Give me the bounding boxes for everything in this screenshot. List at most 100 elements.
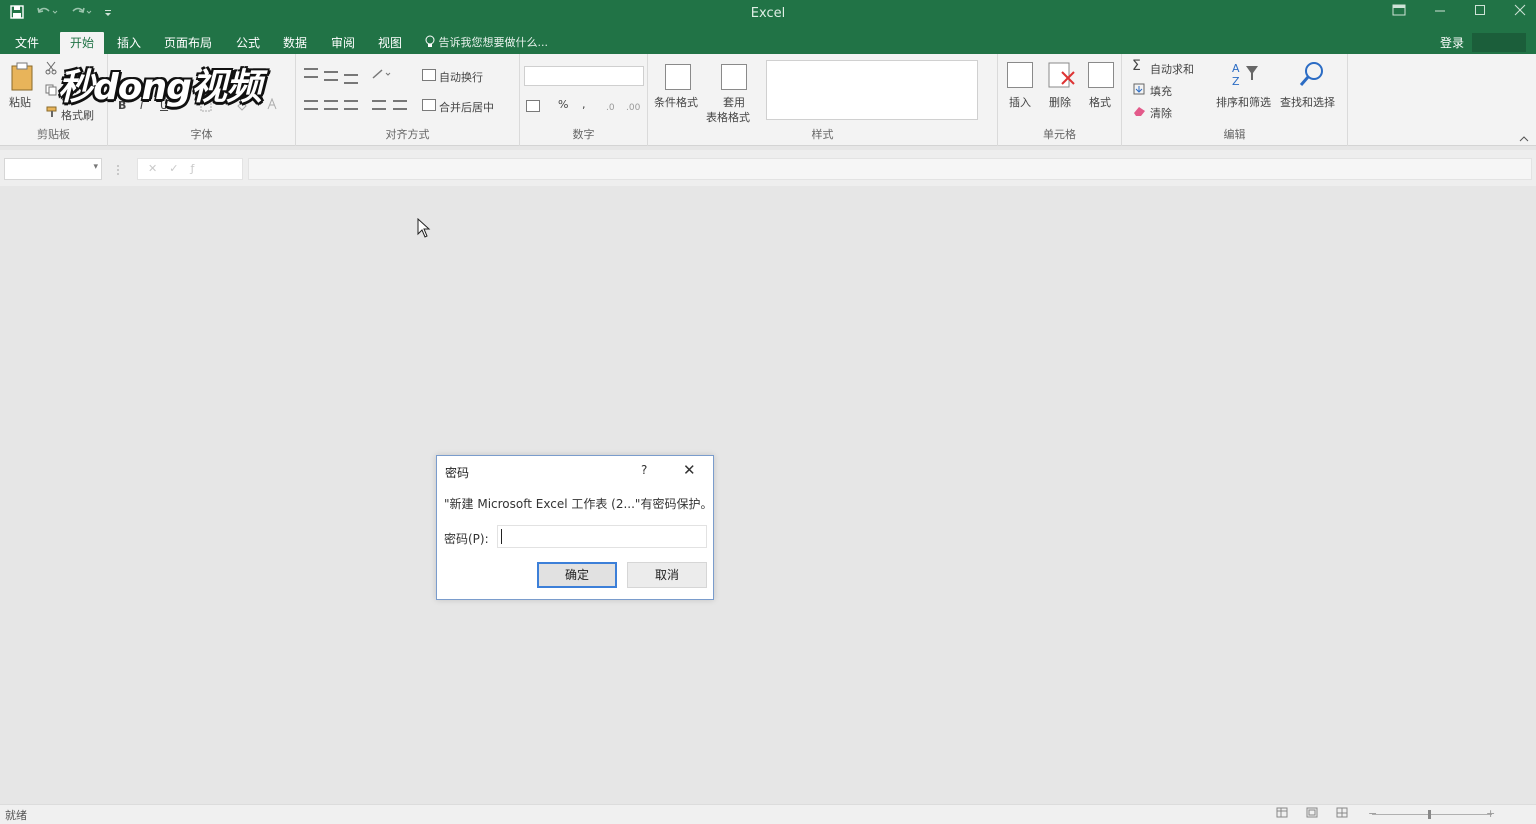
find-select-button[interactable]: 查找和选择 [1280,94,1335,110]
password-dialog: 密码 ? ✕ "新建 Microsoft Excel 工作表 (2..."有密码… [436,455,714,600]
increase-decimal-icon[interactable]: .0 [606,100,620,115]
lightbulb-icon [425,35,439,49]
align-center-icon[interactable] [324,100,338,110]
svg-text:Z: Z [1232,75,1240,88]
close-icon[interactable]: ✕ [683,461,696,479]
insert-cells-button[interactable]: 插入 [1009,94,1031,110]
align-right-icon[interactable] [344,100,358,110]
align-left-icon[interactable] [304,100,318,110]
tab-home[interactable]: 开始 [60,32,104,54]
workbook-area [0,186,1536,804]
format-as-table-icon [721,64,747,90]
video-watermark-logo: 秒dong视频 [58,67,262,108]
format-cells-button[interactable]: 格式 [1089,94,1111,110]
merge-center-icon [422,99,436,111]
normal-view-icon[interactable] [1276,807,1288,821]
paste-label[interactable]: 粘贴 [9,94,31,110]
zoom-slider-thumb[interactable] [1428,810,1431,819]
tab-page-layout[interactable]: 页面布局 [158,32,218,54]
formula-input[interactable] [248,158,1532,180]
window-title: Excel [750,6,786,21]
cells-group-label: 单元格 [1043,128,1076,141]
share-button[interactable] [1472,33,1526,52]
tab-data[interactable]: 数据 [277,32,313,54]
tab-insert[interactable]: 插入 [111,32,147,54]
zoom-slider[interactable] [1372,814,1492,815]
tab-file[interactable]: 文件 [9,32,45,54]
conditional-formatting-button[interactable]: 条件格式 [654,94,698,110]
number-format-dropdown[interactable] [524,66,644,86]
clear-button[interactable]: 清除 [1150,105,1172,121]
align-top-icon[interactable] [304,68,318,78]
dialog-title: 密码 [445,466,470,480]
conditional-formatting-icon [665,64,691,90]
decrease-indent-icon[interactable] [372,100,386,110]
formula-bar: ▾ ✕✓ƒ [0,150,1536,186]
cut-icon[interactable] [45,61,57,78]
increase-indent-icon[interactable] [393,100,407,110]
editing-group-label: 编辑 [1223,128,1246,141]
svg-text:.00: .00 [626,103,640,112]
page-break-view-icon[interactable] [1336,807,1348,821]
font-color-icon[interactable] [266,97,278,115]
svg-text:A: A [1232,62,1240,75]
format-as-table-top[interactable]: 套用 [723,94,745,110]
close-window-icon[interactable] [1514,4,1526,20]
insert-function-icon[interactable]: ƒ [190,162,206,175]
delete-cells-icon [1048,62,1076,93]
align-bottom-icon[interactable] [344,74,358,84]
clipboard-group-label: 剪贴板 [37,128,70,141]
format-cells-icon [1088,62,1114,88]
autosum-icon: Σ [1132,58,1141,74]
insert-cells-icon [1007,62,1033,88]
name-box-dropdown-icon[interactable]: ▾ [93,162,98,172]
group-cells: 插入 删除 格式 单元格 [998,54,1122,146]
tab-view[interactable]: 视图 [372,32,408,54]
collapse-ribbon-icon[interactable] [1519,132,1529,146]
copy-icon[interactable] [45,84,57,99]
decrease-decimal-icon[interactable]: .00 [626,100,641,115]
styles-group-label: 样式 [811,128,834,141]
fill-down-icon [1133,83,1145,98]
orientation-icon[interactable] [372,68,392,83]
cancel-entry-icon[interactable]: ✕ [148,162,169,175]
align-middle-icon[interactable] [324,71,338,81]
wrap-text-button[interactable]: 自动换行 [439,69,483,85]
tab-review[interactable]: 审阅 [325,32,361,54]
paste-icon[interactable] [10,62,34,95]
comma-style-button[interactable]: , [582,98,586,111]
sort-filter-button[interactable]: 排序和筛选 [1216,94,1271,110]
tab-formulas[interactable]: 公式 [230,32,266,54]
formula-bar-grip-icon [116,164,120,179]
percent-style-button[interactable]: % [558,98,568,111]
ok-button[interactable]: 确定 [537,562,617,588]
find-select-icon [1298,60,1326,91]
delete-cells-button[interactable]: 删除 [1049,94,1071,110]
name-box[interactable]: ▾ [4,158,102,180]
page-layout-view-icon[interactable] [1306,807,1318,821]
sort-filter-icon: AZ [1232,60,1262,91]
svg-text:.0: .0 [606,103,615,112]
status-bar: 就绪 − + [0,804,1536,824]
cell-styles-gallery[interactable] [766,60,978,120]
tell-me-box[interactable]: 告诉我您想要做什么... [425,32,548,54]
minimize-icon[interactable] [1434,4,1446,20]
password-input[interactable] [497,525,707,548]
merge-center-button[interactable]: 合并后居中 [439,99,494,115]
eraser-icon [1133,105,1146,120]
fill-button[interactable]: 填充 [1150,83,1172,99]
zoom-in-icon[interactable]: + [1486,807,1495,820]
text-caret [501,529,502,544]
ribbon-display-options-icon[interactable] [1392,4,1406,20]
wrap-text-icon [422,69,436,81]
mouse-pointer-icon [417,217,431,241]
enter-entry-icon[interactable]: ✓ [169,162,190,175]
format-as-table-button[interactable]: 表格格式 [706,109,750,125]
accounting-format-icon[interactable] [526,100,540,112]
autosum-button[interactable]: 自动求和 [1150,61,1194,77]
format-painter-icon[interactable] [46,106,58,121]
cancel-button[interactable]: 取消 [627,562,707,588]
maximize-icon[interactable] [1474,4,1486,20]
help-icon[interactable]: ? [641,463,647,477]
sign-in-link[interactable]: 登录 [1440,32,1464,54]
